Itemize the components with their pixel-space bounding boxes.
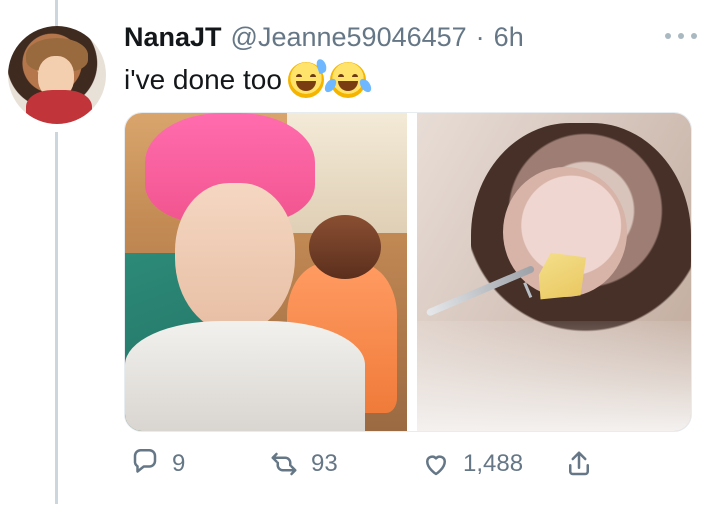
more-icon[interactable] xyxy=(665,28,703,44)
emoji-mouth xyxy=(337,81,358,91)
like-button[interactable]: 1,488 xyxy=(421,449,523,479)
media-photo-right[interactable] xyxy=(417,113,691,431)
tweet-actions: 9 93 1,488 xyxy=(130,443,600,485)
emoji-eye-right xyxy=(309,74,316,80)
joy-icon xyxy=(329,62,366,98)
reply-count: 9 xyxy=(172,450,186,477)
tweet-text: i've done too xyxy=(124,64,282,95)
tweet-header: NanaJT @Jeanne59046457 · 6h xyxy=(124,22,524,56)
sweat-smile-icon xyxy=(287,62,324,98)
emoji-mouth xyxy=(295,81,316,91)
heart-icon xyxy=(426,455,446,476)
share-button[interactable] xyxy=(564,449,594,479)
photo-left-second-person-hair xyxy=(309,215,381,279)
retweet-count: 93 xyxy=(311,450,338,477)
more-dot-3 xyxy=(691,33,697,39)
photo-left-shirt xyxy=(125,321,365,431)
tweet-time[interactable]: 6h xyxy=(494,22,524,53)
retweet-icon xyxy=(271,452,297,476)
retweet-button[interactable]: 93 xyxy=(269,449,338,479)
thread-line-bottom xyxy=(55,132,58,504)
tweet-text-row: i've done too xyxy=(124,62,366,98)
author-name[interactable]: NanaJT xyxy=(124,22,222,53)
emoji-eye-left xyxy=(295,74,302,80)
tweet-media[interactable] xyxy=(124,112,692,432)
share-icon xyxy=(569,451,589,476)
emoji-eye-left xyxy=(337,74,344,80)
avatar[interactable] xyxy=(8,26,106,124)
emoji-eye-right xyxy=(351,74,358,80)
reply-button[interactable]: 9 xyxy=(130,449,185,479)
media-photo-left[interactable] xyxy=(125,113,407,431)
more-dot-1 xyxy=(665,33,671,39)
header-separator: · xyxy=(475,22,485,52)
author-handle[interactable]: @Jeanne59046457 xyxy=(231,22,467,53)
avatar-shirt xyxy=(26,90,92,124)
like-count: 1,488 xyxy=(463,450,524,477)
more-dot-2 xyxy=(678,33,684,39)
thread-line-top xyxy=(55,0,58,26)
photo-left-face xyxy=(175,183,295,333)
photo-right-foreground xyxy=(417,321,691,431)
reply-icon xyxy=(133,449,157,473)
